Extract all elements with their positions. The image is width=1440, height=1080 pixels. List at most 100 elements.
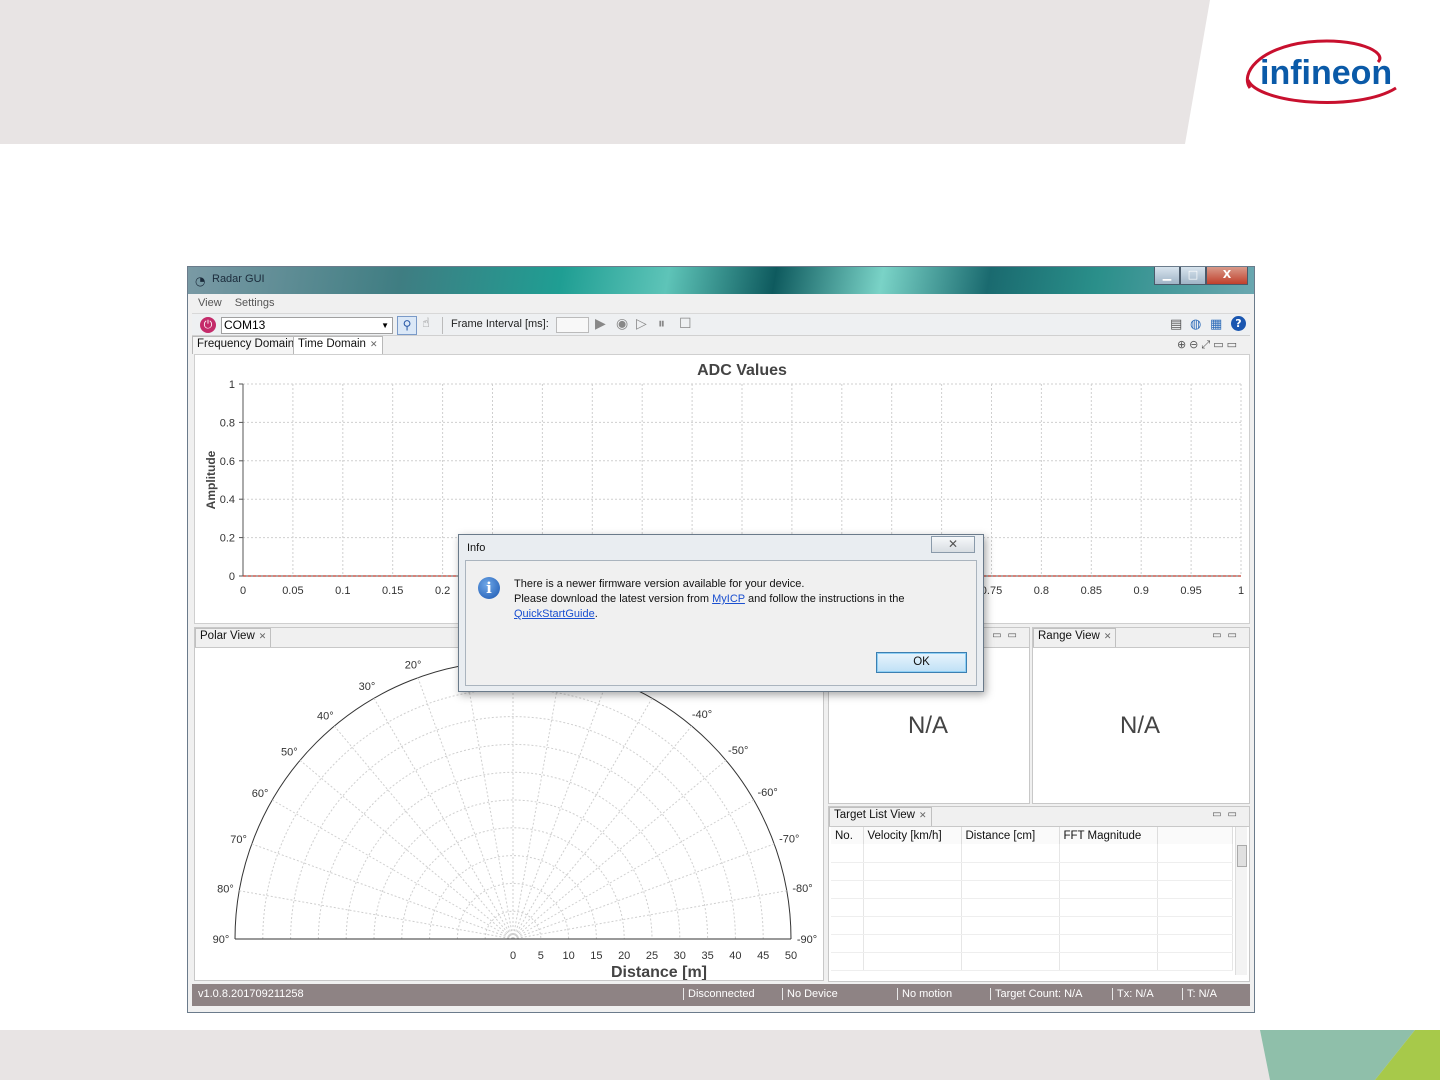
- layout-icon[interactable]: ▦: [1210, 317, 1222, 332]
- menu-view[interactable]: View: [198, 297, 222, 309]
- panel-window-controls[interactable]: ▭▭: [1212, 809, 1243, 820]
- angle-spoke: [512, 725, 693, 940]
- status-version: v1.0.8.201709211258: [198, 988, 304, 1000]
- usb-icon[interactable]: ⚲: [397, 316, 417, 335]
- x-tick-label: 0.05: [282, 585, 303, 597]
- angle-label: 20°: [405, 660, 422, 672]
- play-icon[interactable]: ▶: [595, 316, 606, 332]
- angle-label: -40°: [692, 709, 712, 721]
- x-tick-label: 0.75: [981, 585, 1002, 597]
- dialog-message: There is a newer firmware version availa…: [514, 577, 964, 622]
- close-tab-icon[interactable]: ✕: [919, 810, 927, 820]
- range-tick-label: 0: [510, 950, 516, 962]
- stop-icon[interactable]: ☐: [679, 316, 692, 332]
- close-tab-icon[interactable]: ✕: [259, 631, 267, 641]
- chart-title: ADC Values: [697, 362, 787, 379]
- tab-target-list-view[interactable]: Target List View ✕: [829, 807, 932, 826]
- record-icon[interactable]: ◉: [616, 316, 628, 332]
- myicp-link[interactable]: MyICP: [712, 593, 745, 605]
- angle-label: 60°: [252, 788, 269, 800]
- dialog-close-button[interactable]: ✕: [931, 536, 975, 553]
- close-button[interactable]: X: [1206, 267, 1248, 285]
- panel-tab-label: Polar View: [200, 630, 255, 642]
- radar-app-icon: ◔: [195, 274, 206, 288]
- dialog-text-segment: Please download the latest version from: [514, 593, 713, 605]
- angle-label: 50°: [281, 746, 298, 758]
- hand-icon[interactable]: ☝: [422, 316, 430, 331]
- status-connection: Disconnected: [683, 988, 755, 1000]
- x-tick-label: 0.9: [1134, 585, 1149, 597]
- table-row: [831, 934, 1233, 953]
- panel-header: Target List View ✕ ▭▭: [829, 807, 1249, 827]
- status-bar: v1.0.8.201709211258 Disconnected No Devi…: [192, 984, 1250, 1006]
- globe-icon[interactable]: ◍: [1190, 317, 1201, 332]
- range-tick-label: 50: [785, 950, 797, 962]
- maximize-button[interactable]: □: [1180, 267, 1206, 285]
- range-tick-label: 40: [729, 950, 741, 962]
- save-icon[interactable]: ▤: [1170, 317, 1182, 332]
- column-header[interactable]: No.: [831, 827, 864, 844]
- slide-footer: [0, 1030, 1440, 1080]
- angle-label: -70°: [779, 833, 799, 845]
- quickstartguide-link[interactable]: QuickStartGuide: [514, 608, 595, 620]
- table-row: [831, 844, 1233, 863]
- pause-icon[interactable]: ⏸: [658, 316, 665, 332]
- toolbar-separator: [442, 317, 443, 334]
- tab-label: Time Domain: [298, 338, 366, 350]
- tab-range-view[interactable]: Range View ✕: [1033, 628, 1117, 647]
- chevron-down-icon: ▼: [381, 321, 389, 330]
- scroll-thumb[interactable]: [1237, 845, 1247, 867]
- column-header: [1157, 827, 1233, 844]
- help-icon[interactable]: ?: [1231, 316, 1246, 331]
- com-port-value: COM13: [224, 318, 266, 332]
- tab-label: Frequency Domain: [197, 338, 295, 350]
- angle-spoke: [512, 665, 562, 940]
- column-header[interactable]: Distance [cm]: [961, 827, 1060, 844]
- frame-interval-input[interactable]: [556, 317, 589, 333]
- x-tick-label: 1: [1238, 585, 1244, 597]
- vertical-scrollbar[interactable]: [1235, 827, 1247, 975]
- menu-settings[interactable]: Settings: [235, 297, 275, 309]
- dialog-text-segment: .: [594, 608, 598, 620]
- range-tick-label: 30: [674, 950, 686, 962]
- minimize-button[interactable]: ▁: [1154, 267, 1180, 285]
- y-axis-label: Amplitude: [204, 450, 218, 509]
- close-tab-icon[interactable]: ✕: [1104, 631, 1112, 641]
- main-tab-row: Frequency Domain Time Domain ✕ ⊕⊖⤢▭▭: [192, 336, 1250, 354]
- range-value: N/A: [1120, 712, 1161, 739]
- x-tick-label: 0.85: [1081, 585, 1102, 597]
- ok-button[interactable]: OK: [876, 652, 967, 673]
- table-row: [831, 898, 1233, 917]
- tab-frequency-domain[interactable]: Frequency Domain: [192, 336, 300, 354]
- column-header[interactable]: Velocity [km/h]: [863, 827, 962, 844]
- x-tick-label: 0.1: [335, 585, 350, 597]
- window-title: Radar GUI: [212, 273, 265, 285]
- column-header[interactable]: FFT Magnitude: [1059, 827, 1158, 844]
- range-tick-label: 35: [701, 950, 713, 962]
- angle-spoke: [512, 677, 609, 940]
- y-tick-label: 0.2: [220, 533, 235, 545]
- com-port-select[interactable]: COM13 ▼: [221, 317, 393, 334]
- x-tick-label: 0.8: [1034, 585, 1049, 597]
- tab-time-domain[interactable]: Time Domain ✕: [293, 336, 383, 354]
- panel-window-controls[interactable]: ▭▭: [992, 630, 1023, 641]
- target-list-table: No. Velocity [km/h] Distance [cm] FFT Ma…: [831, 827, 1233, 971]
- y-tick-label: 0.6: [220, 456, 235, 468]
- menu-bar: View Settings: [192, 295, 1250, 313]
- close-tab-icon[interactable]: ✕: [370, 339, 378, 349]
- range-tick-label: 45: [757, 950, 769, 962]
- tab-polar-view[interactable]: Polar View ✕: [195, 628, 272, 647]
- angle-label: 30°: [359, 681, 376, 693]
- angle-label: -60°: [757, 787, 777, 799]
- play-outline-icon[interactable]: ▷: [636, 316, 647, 332]
- zoom-controls[interactable]: ⊕⊖⤢▭▭: [1177, 338, 1240, 352]
- panel-tab-label: Range View: [1038, 630, 1100, 642]
- y-tick-label: 0.8: [220, 417, 235, 429]
- x-tick-label: 0.95: [1180, 585, 1201, 597]
- panel-window-controls[interactable]: ▭▭: [1212, 630, 1243, 641]
- dialog-text-segment: and follow the instructions in the: [744, 593, 905, 605]
- window-titlebar[interactable]: ◔ Radar GUI ▁ □ X: [188, 267, 1254, 294]
- x-tick-label: 0.2: [435, 585, 450, 597]
- power-icon[interactable]: ⏻: [200, 317, 216, 333]
- target-list-panel: Target List View ✕ ▭▭ No. Velocity [km/h]…: [828, 806, 1250, 982]
